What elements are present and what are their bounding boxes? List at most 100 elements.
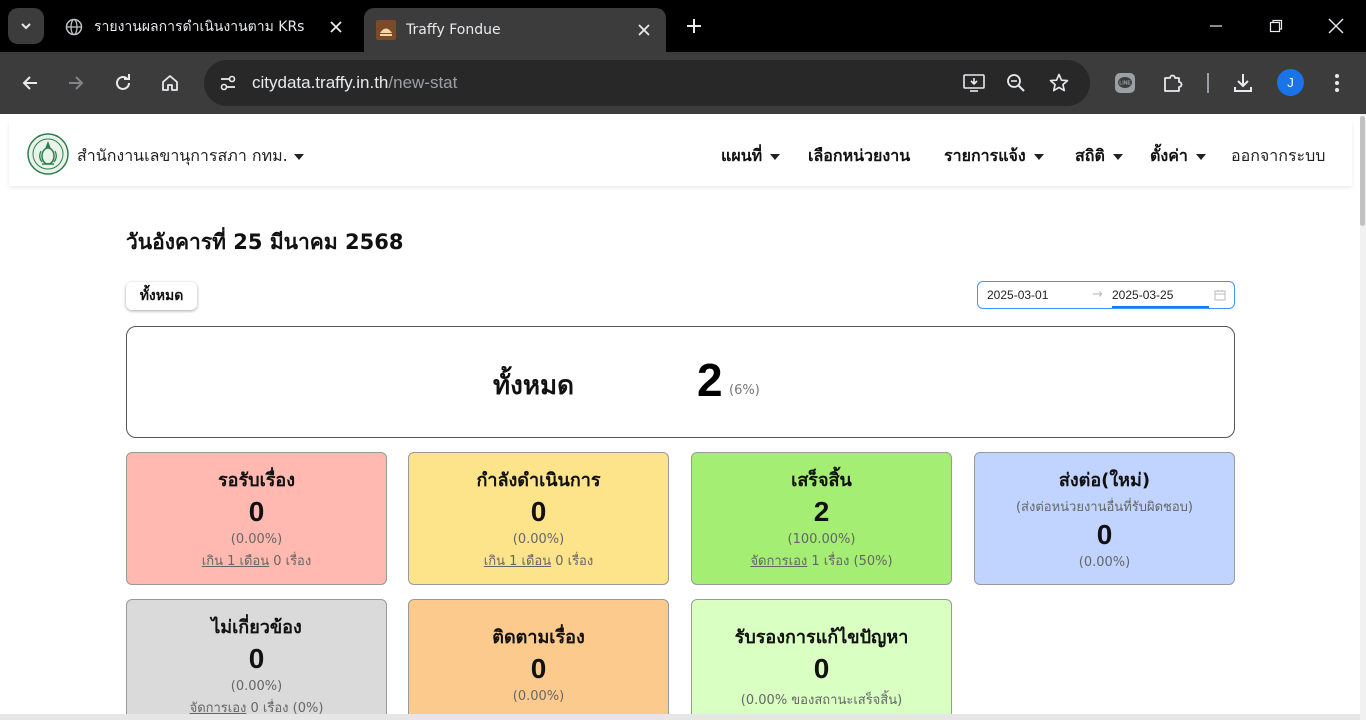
status-card-unrelated[interactable]: ไม่เกี่ยวข้อง 0 (0.00%) จัดการเอง 0 เรื่… [126,599,387,720]
restore-icon [1269,19,1283,33]
site-info-icon[interactable] [212,67,244,99]
home-button[interactable] [152,65,188,101]
chevron-down-icon [21,23,31,30]
close-tab-icon[interactable] [324,15,348,39]
globe-icon [64,17,84,37]
browser-tab-krs[interactable]: รายงานผลการดำเนินงานตาม KRs [52,8,358,46]
card-percent: (100.00%) [787,532,856,547]
org-dropdown[interactable]: สำนักงานเลขานุการสภา กทม. [77,144,304,169]
card-percent: (0.00%) [230,532,283,547]
start-date-input[interactable]: 2025-03-01 [987,288,1048,302]
menu-settings[interactable]: ตั้งค่า [1150,144,1206,169]
extensions-puzzle-icon[interactable] [1157,67,1189,99]
bma-seal-logo[interactable] [27,133,69,175]
page-title: วันอังคารที่ 25 มีนาคม 2568 [126,230,404,254]
bookmark-star-icon[interactable] [1045,69,1073,97]
overdue-link[interactable]: เกิน 1 เดือน [202,554,269,569]
card-note: เกิน 1 เดือน 0 เรื่อง [409,550,668,571]
forward-button[interactable] [58,65,94,101]
zoom-icon[interactable] [1002,69,1030,97]
menu-map[interactable]: แผนที่ [721,144,781,169]
restore-button[interactable] [1248,8,1304,44]
card-subtitle: (ส่งต่อหน่วยงานอื่นที่รับผิดชอบ) [1015,500,1194,515]
tab-search-button[interactable] [8,8,44,44]
downloads-icon[interactable] [1227,67,1259,99]
card-note-text: 0 เรื่อง [269,554,312,569]
menu-logout[interactable]: ออกจากระบบ [1231,144,1325,169]
menu-select-unit-label: เลือกหน่วยงาน [808,146,911,165]
status-card-forward[interactable]: ส่งต่อ(ใหม่) (ส่งต่อหน่วยงานอื่นที่รับผิ… [974,452,1235,585]
card-title: กำลังดำเนินการ [476,470,601,491]
caret-down-icon [770,153,781,160]
card-percent: (0.00%) [512,689,565,704]
menu-reports-label: รายการแจ้ง [944,146,1026,165]
status-card-done[interactable]: เสร็จสิ้น 2 (100.00%) จัดการเอง 1 เรื่อง… [691,452,952,585]
line-extension-icon[interactable]: LINE [1109,67,1141,99]
all-filter-button[interactable]: ทั้งหมด [126,282,197,310]
card-title: รอรับเรื่อง [218,470,295,491]
total-summary-box: ทั้งหมด 2 (6%) [126,326,1235,438]
status-card-pending[interactable]: รอรับเรื่อง 0 (0.00%) เกิน 1 เดือน 0 เรื… [126,452,387,585]
card-note: จัดการเอง 1 เรื่อง (50%) [692,550,951,571]
overdue-link[interactable]: เกิน 1 เดือน [484,554,551,569]
new-tab-button[interactable] [680,12,708,40]
browser-toolbar: citydata.traffy.in.th/new-stat LINE [0,52,1366,114]
menu-stats[interactable]: สถิติ [1075,144,1123,169]
card-count: 2 [813,496,830,527]
card-percent: (0.00% ของสถานะเสร็จสิ้น) [740,693,903,708]
total-percent: (6%) [729,383,760,398]
org-name: สำนักงานเลขานุการสภา กทม. [77,146,288,165]
status-card-accept[interactable]: รับรองการแก้ไขปัญหา 0 (0.00% ของสถานะเสร… [691,599,952,720]
menu-reports[interactable]: รายการแจ้ง [944,144,1044,169]
card-title: ติดตามเรื่อง [492,627,585,648]
minimize-button[interactable] [1188,8,1244,44]
card-count: 0 [530,496,547,527]
arrow-right-icon [69,76,84,90]
plus-icon [687,19,701,33]
self-handled-link[interactable]: จัดการเอง [750,554,807,569]
svg-text:LINE: LINE [1119,81,1131,87]
status-card-follow[interactable]: ติดตามเรื่อง 0 (0.00%) [408,599,669,720]
end-date-input[interactable]: 2025-03-25 [1112,288,1173,302]
card-note-text: 1 เรื่อง (50%) [807,554,893,569]
profile-avatar[interactable]: J [1277,69,1304,96]
calendar-icon[interactable] [1214,289,1226,301]
menu-settings-label: ตั้งค่า [1150,146,1188,165]
reload-button[interactable] [105,65,141,101]
total-count: 2 [697,354,723,406]
card-title: รับรองการแก้ไขปัญหา [734,627,909,648]
card-title: เสร็จสิ้น [791,470,852,491]
caret-down-icon [1112,153,1123,160]
close-window-button[interactable] [1308,8,1364,44]
menu-stats-label: สถิติ [1075,146,1105,165]
card-note-text: 0 เรื่อง [551,554,594,569]
card-count: 0 [813,653,830,684]
back-button[interactable] [12,65,48,101]
card-percent: (0.00%) [512,532,565,547]
url-text: citydata.traffy.in.th/new-stat [252,73,457,93]
total-label: ทั้งหมด [493,371,574,401]
install-app-icon[interactable] [960,69,988,97]
card-percent: (0.00%) [1078,555,1131,570]
toolbar-divider [1207,73,1209,93]
horizontal-scrollbar[interactable] [0,714,1360,720]
more-menu-icon[interactable] [1321,67,1353,99]
caret-down-icon [1033,153,1044,160]
close-tab-icon[interactable] [632,18,656,42]
card-count: 0 [248,643,265,674]
date-range-picker[interactable]: 2025-03-01 → 2025-03-25 [977,281,1235,309]
card-count: 0 [1096,519,1113,550]
tab-title: Traffy Fondue [406,22,501,38]
reload-icon [116,74,130,90]
menu-select-unit[interactable]: เลือกหน่วยงาน [808,144,910,169]
range-arrow-icon: → [1092,287,1103,302]
minimize-icon [1210,25,1222,27]
card-count: 0 [248,496,265,527]
scrollbar-thumb[interactable] [1360,116,1365,226]
browser-tab-traffy[interactable]: Traffy Fondue [364,8,666,52]
address-bar[interactable]: citydata.traffy.in.th/new-stat [204,60,1090,106]
card-count: 0 [530,653,547,684]
card-note: เกิน 1 เดือน 0 เรื่อง [127,550,386,571]
traffy-icon [376,20,396,40]
status-card-inprogress[interactable]: กำลังดำเนินการ 0 (0.00%) เกิน 1 เดือน 0 … [408,452,669,585]
